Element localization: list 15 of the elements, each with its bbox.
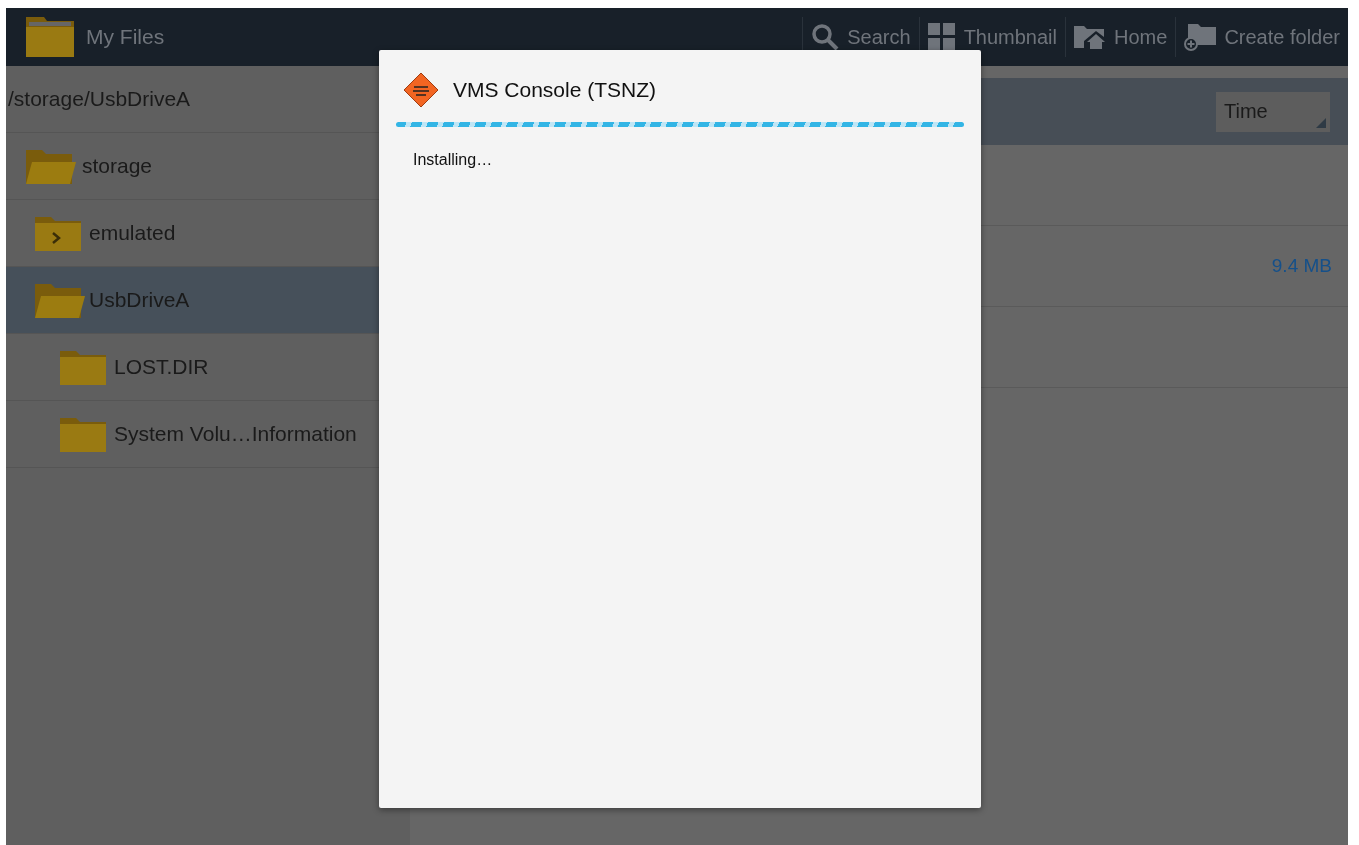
- status-message: Installing…: [413, 151, 493, 169]
- search-icon: [811, 23, 840, 51]
- create-folder-button[interactable]: Create folder: [1175, 17, 1348, 57]
- file-size: 9.4 MB: [1271, 255, 1332, 277]
- folder-icon: [24, 15, 76, 59]
- current-path: /storage/UsbDriveA: [8, 87, 191, 111]
- app-title: My Files: [86, 25, 165, 49]
- road-sign-icon: [403, 72, 439, 108]
- folder-plus-icon: [1184, 22, 1217, 52]
- sort-dropdown[interactable]: Time: [1216, 91, 1330, 132]
- corner-triangle-icon: [1316, 117, 1326, 128]
- home-button[interactable]: Home: [1065, 17, 1176, 57]
- dialog-title: VMS Console (TSNZ): [453, 78, 657, 102]
- folder-home-icon: [1074, 24, 1106, 50]
- grid-icon: [927, 23, 956, 51]
